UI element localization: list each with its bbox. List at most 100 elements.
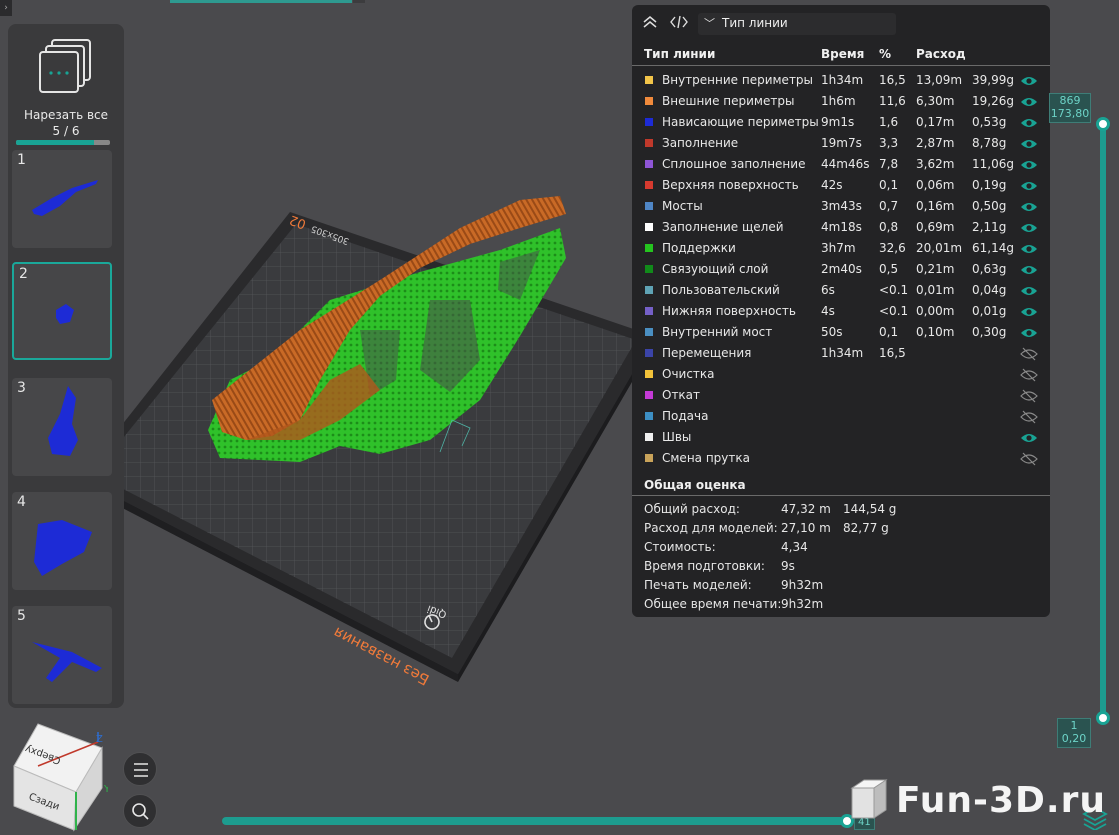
color-swatch bbox=[645, 160, 653, 168]
corner-toggle[interactable]: › bbox=[0, 0, 12, 16]
color-swatch bbox=[645, 265, 653, 273]
line-type-row: Внешние периметры 1h6m 11,6 6,30m 19,26g bbox=[632, 92, 1050, 113]
eye-off-icon[interactable] bbox=[1020, 347, 1038, 361]
column-header-percent: % bbox=[879, 47, 892, 61]
summary-value: 9h32m bbox=[781, 578, 824, 592]
plates-sidebar: Нарезать все 5 / 6 1 2 3 4 5 bbox=[8, 24, 124, 708]
line-weight: 8,78g bbox=[972, 136, 1007, 150]
layer-slider-track[interactable] bbox=[1100, 122, 1106, 720]
summary-title: Общая оценка bbox=[644, 478, 746, 492]
color-swatch bbox=[645, 76, 653, 84]
line-type-name: Заполнение щелей bbox=[662, 220, 784, 234]
line-type-row: Верхняя поверхность 42s 0,1 0,06m 0,19g bbox=[632, 176, 1050, 197]
plate-thumbnail-5[interactable]: 5 bbox=[12, 606, 112, 704]
eye-icon[interactable] bbox=[1020, 305, 1038, 319]
eye-icon[interactable] bbox=[1020, 95, 1038, 109]
line-weight: 0,01g bbox=[972, 304, 1007, 318]
eye-icon[interactable] bbox=[1020, 200, 1038, 214]
line-type-name: Откат bbox=[662, 388, 701, 402]
line-type-row: Мосты 3m43s 0,7 0,16m 0,50g bbox=[632, 197, 1050, 218]
slice-progress-fill bbox=[16, 140, 95, 145]
line-length: 0,01m bbox=[916, 283, 955, 297]
line-type-row: Откат bbox=[632, 386, 1050, 407]
line-time: 4s bbox=[821, 304, 835, 318]
slice-info-panel: ﹀ Тип линии Тип линии Время % Расход Вну… bbox=[632, 5, 1050, 617]
eye-icon[interactable] bbox=[1020, 116, 1038, 130]
line-weight: 2,11g bbox=[972, 220, 1007, 234]
layer-slider-top-handle[interactable] bbox=[1096, 117, 1110, 131]
color-swatch bbox=[645, 223, 653, 231]
eye-off-icon[interactable] bbox=[1020, 452, 1038, 466]
line-type-dropdown[interactable]: ﹀ Тип линии bbox=[698, 13, 896, 35]
color-swatch bbox=[645, 97, 653, 105]
eye-icon[interactable] bbox=[1020, 431, 1038, 445]
eye-icon[interactable] bbox=[1020, 74, 1038, 88]
eye-icon[interactable] bbox=[1020, 242, 1038, 256]
summary-value-2: 144,54 g bbox=[843, 502, 897, 516]
line-type-name: Пользовательский bbox=[662, 283, 780, 297]
eye-icon[interactable] bbox=[1020, 284, 1038, 298]
summary-value: 27,10 m bbox=[781, 521, 831, 535]
line-type-row: Внутренний мост 50s 0,1 0,10m 0,30g bbox=[632, 323, 1050, 344]
line-length: 0,16m bbox=[916, 199, 955, 213]
top-layer-label: 869 173,80 bbox=[1049, 93, 1091, 123]
eye-off-icon[interactable] bbox=[1020, 410, 1038, 424]
summary-label: Стоимость: bbox=[644, 540, 716, 554]
line-type-row: Сплошное заполнение 44m46s 7,8 3,62m 11,06g bbox=[632, 155, 1050, 176]
summary-label: Время подготовки: bbox=[644, 559, 765, 573]
summary-label: Расход для моделей: bbox=[644, 521, 778, 535]
plate-thumbnail-2[interactable]: 2 bbox=[12, 262, 112, 360]
summary-value: 9s bbox=[781, 559, 795, 573]
summary-row: Расход для моделей: 27,10 m 82,77 g bbox=[644, 521, 1044, 540]
color-swatch bbox=[645, 412, 653, 420]
line-weight: 11,06g bbox=[972, 157, 1014, 171]
line-weight: 0,50g bbox=[972, 199, 1007, 213]
code-icon[interactable] bbox=[670, 15, 688, 33]
line-weight: 0,63g bbox=[972, 262, 1007, 276]
plate-thumbnail-3[interactable]: 3 bbox=[12, 378, 112, 476]
line-type-row: Внутренние периметры 1h34m 16,5 13,09m 39,99… bbox=[632, 71, 1050, 92]
slice-all-button[interactable]: Нарезать все 5 / 6 bbox=[14, 36, 118, 152]
line-type-row: Нижняя поверхность 4s <0.1 0,00m 0,01g bbox=[632, 302, 1050, 323]
eye-icon[interactable] bbox=[1020, 137, 1038, 151]
slice-all-label: Нарезать все bbox=[23, 108, 109, 122]
eye-icon[interactable] bbox=[1020, 326, 1038, 340]
color-swatch bbox=[645, 328, 653, 336]
color-swatch bbox=[645, 286, 653, 294]
line-type-name: Внешние периметры bbox=[662, 94, 795, 108]
plate-thumbnail-1[interactable]: 1 bbox=[12, 150, 112, 248]
search-button[interactable] bbox=[123, 794, 157, 828]
line-percent: <0.1 bbox=[879, 304, 909, 318]
eye-icon[interactable] bbox=[1020, 221, 1038, 235]
plate-2-preview bbox=[56, 304, 74, 324]
plate-thumbnail-4[interactable]: 4 bbox=[12, 492, 112, 590]
menu-button[interactable] bbox=[123, 752, 157, 786]
view-cube[interactable]: Сверху Сзади Z Y bbox=[12, 722, 111, 832]
move-slider-track[interactable] bbox=[222, 817, 846, 825]
line-type-name: Заполнение bbox=[662, 136, 739, 150]
color-swatch bbox=[645, 307, 653, 315]
line-type-row: Подача bbox=[632, 407, 1050, 428]
eye-icon[interactable] bbox=[1020, 263, 1038, 277]
eye-icon[interactable] bbox=[1020, 179, 1038, 193]
collapse-icon[interactable] bbox=[642, 15, 658, 33]
watermark-text: Fun-3D.ru bbox=[896, 780, 1106, 821]
line-time: 50s bbox=[821, 325, 843, 339]
line-length: 3,62m bbox=[916, 157, 955, 171]
line-type-row: Швы bbox=[632, 428, 1050, 449]
plate-3-preview bbox=[48, 386, 78, 456]
top-layer-number: 869 bbox=[1059, 94, 1081, 107]
summary-row: Общее время печати: 9h32m bbox=[644, 597, 1044, 616]
layer-slider-bottom-handle[interactable] bbox=[1096, 711, 1110, 725]
line-time: 1h6m bbox=[821, 94, 856, 108]
line-time: 19m7s bbox=[821, 136, 862, 150]
bottom-layer-label: 1 0,20 bbox=[1057, 718, 1091, 748]
eye-off-icon[interactable] bbox=[1020, 389, 1038, 403]
eye-icon[interactable] bbox=[1020, 158, 1038, 172]
panel-header: ﹀ Тип линии bbox=[632, 5, 1050, 41]
line-percent: 0,7 bbox=[879, 199, 899, 213]
summary-divider bbox=[632, 495, 1050, 496]
line-type-row: Заполнение щелей 4m18s 0,8 0,69m 2,11g bbox=[632, 218, 1050, 239]
line-length: 0,00m bbox=[916, 304, 955, 318]
eye-off-icon[interactable] bbox=[1020, 368, 1038, 382]
